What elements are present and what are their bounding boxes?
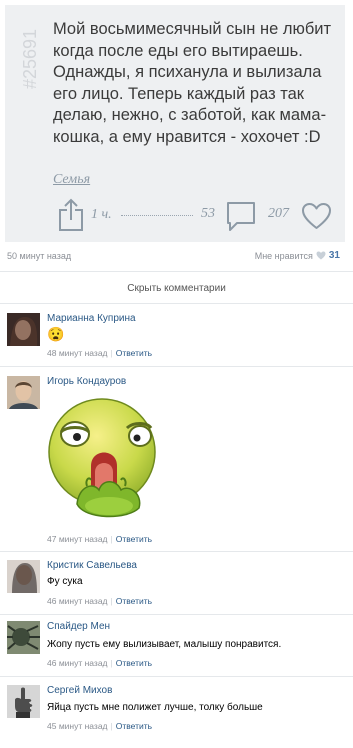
comment-author[interactable]: Спайдер Мен [47, 621, 110, 632]
comment-meta: 46 минут назад | Ответить [47, 596, 153, 606]
post-time: 1 ч. [91, 207, 112, 222]
reply-link[interactable]: Ответить [116, 721, 152, 731]
divider [0, 366, 353, 367]
divider [0, 303, 353, 304]
reply-link[interactable]: Ответить [116, 534, 152, 544]
post-card: #25691 Мой восьмимесячный сын не любит к… [5, 5, 345, 242]
comment-time: 47 минут назад [47, 534, 108, 544]
divider [0, 614, 353, 615]
comment-time: 46 минут назад [47, 658, 108, 668]
reply-link[interactable]: Ответить [116, 596, 152, 606]
dotted-divider [121, 215, 193, 216]
comment-author[interactable]: Сергей Михов [47, 685, 112, 696]
post-id: #25691 [20, 28, 40, 89]
comments-count: 53 [201, 206, 215, 221]
comment-meta: 47 минут назад | Ответить [47, 534, 153, 544]
comment-time: 48 минут назад [47, 348, 108, 358]
post-text: Мой восьмимесячный сын не любит когда по… [53, 20, 332, 146]
heart-icon [316, 251, 326, 260]
share-icon[interactable] [57, 198, 85, 232]
like-widget[interactable]: Мне нравится 31 [255, 250, 340, 261]
avatar[interactable] [7, 376, 40, 409]
avatar[interactable] [7, 621, 40, 654]
like-count: 31 [328, 250, 340, 261]
comment-time: 46 минут назад [47, 596, 108, 606]
comment-text: Яйца пусть мне полижет лучше, толку боль… [47, 702, 263, 713]
sick-smiley-sticker [48, 398, 156, 518]
hide-comments-link[interactable]: Скрыть комментарии [0, 283, 353, 294]
comment-author[interactable]: Марианна Куприна [47, 313, 136, 324]
comment-icon[interactable] [225, 200, 257, 232]
comment-author[interactable]: Кристик Савельева [47, 560, 137, 571]
comment-text: Жопу пусть ему вылизывает, малышу понрав… [47, 639, 282, 650]
like-label: Мне нравится [254, 250, 313, 261]
comment-meta: 46 минут назад | Ответить [47, 658, 153, 668]
heart-icon[interactable] [301, 202, 332, 230]
avatar[interactable] [7, 560, 40, 593]
post-tag-link[interactable]: Семья [53, 172, 90, 188]
comment-text: Фу сука [47, 576, 83, 587]
comment-time: 45 минут назад [47, 721, 108, 731]
avatar[interactable] [7, 685, 40, 718]
reply-link[interactable]: Ответить [116, 658, 152, 668]
comment-text: 😧 [47, 326, 65, 342]
likes-count: 207 [268, 206, 289, 221]
reply-link[interactable]: Ответить [116, 348, 152, 358]
comment-author[interactable]: Игорь Кондауров [47, 376, 126, 387]
divider [0, 271, 353, 272]
post-timestamp: 50 минут назад [7, 251, 72, 261]
divider [0, 676, 353, 677]
comment-meta: 45 минут назад | Ответить [47, 721, 153, 731]
avatar[interactable] [7, 313, 40, 346]
comment-meta: 48 минут назад | Ответить [47, 348, 153, 358]
divider [0, 551, 353, 552]
